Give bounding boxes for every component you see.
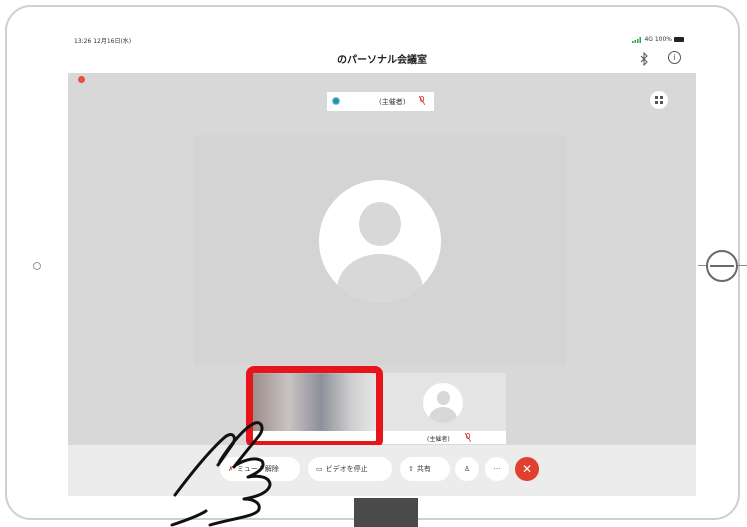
participants-button[interactable]: ♙: [455, 457, 479, 481]
mic-muted-icon: [465, 433, 471, 442]
alert-icon[interactable]: [78, 76, 85, 83]
video-icon: ▭: [316, 465, 323, 473]
host-label: (主催者): [379, 98, 406, 106]
thumbnail-label-bar: (主催者): [379, 431, 506, 444]
share-button[interactable]: ⇧ 共有: [400, 457, 450, 481]
camera-dot: [33, 262, 41, 270]
hand-pointer-icon: [170, 421, 272, 527]
share-icon: ⇧: [408, 465, 414, 473]
stop-video-button[interactable]: ▭ ビデオを停止: [308, 457, 392, 481]
bluetooth-icon[interactable]: [639, 52, 649, 66]
home-button[interactable]: [706, 250, 738, 282]
avatar: [319, 180, 441, 302]
participant-thumbnail-host[interactable]: [379, 373, 506, 433]
thumbnail-label: (主催者): [427, 436, 450, 443]
signal-icon: [632, 36, 642, 43]
active-speaker-video[interactable]: [194, 135, 566, 365]
network-status: 4G 100%: [644, 36, 672, 43]
avatar: [423, 383, 463, 423]
more-icon: ···: [493, 465, 501, 473]
host-indicator: (主催者): [327, 92, 434, 111]
page-title: のパーソナル会議室: [337, 55, 427, 66]
info-icon[interactable]: i: [668, 51, 681, 64]
grid-view-button[interactable]: [650, 91, 668, 109]
participants-icon: ♙: [463, 465, 471, 473]
status-indicators: 4G 100%: [632, 36, 684, 43]
mic-muted-icon: [419, 96, 425, 105]
stop-video-label: ビデオを停止: [325, 465, 368, 473]
meeting-screen: 13:26 12月16日(水) 4G 100% のパーソナル会議室 i (主催者…: [68, 31, 696, 496]
host-avatar-icon: [332, 97, 340, 105]
bottom-tab: [354, 498, 418, 527]
leave-icon: ✕: [521, 462, 533, 476]
meeting-toolbar: ✗ ミュート解除 ▭ ビデオを停止 ⇧ 共有 ♙ ··· ✕: [68, 445, 696, 496]
battery-icon: [674, 37, 684, 42]
top-bar: 13:26 12月16日(水) 4G 100% のパーソナル会議室 i: [68, 31, 696, 73]
grid-view-icon: [655, 96, 663, 104]
more-button[interactable]: ···: [485, 457, 509, 481]
status-time: 13:26 12月16日(水): [74, 38, 132, 45]
share-label: 共有: [416, 465, 431, 473]
leave-button[interactable]: ✕: [515, 457, 539, 481]
